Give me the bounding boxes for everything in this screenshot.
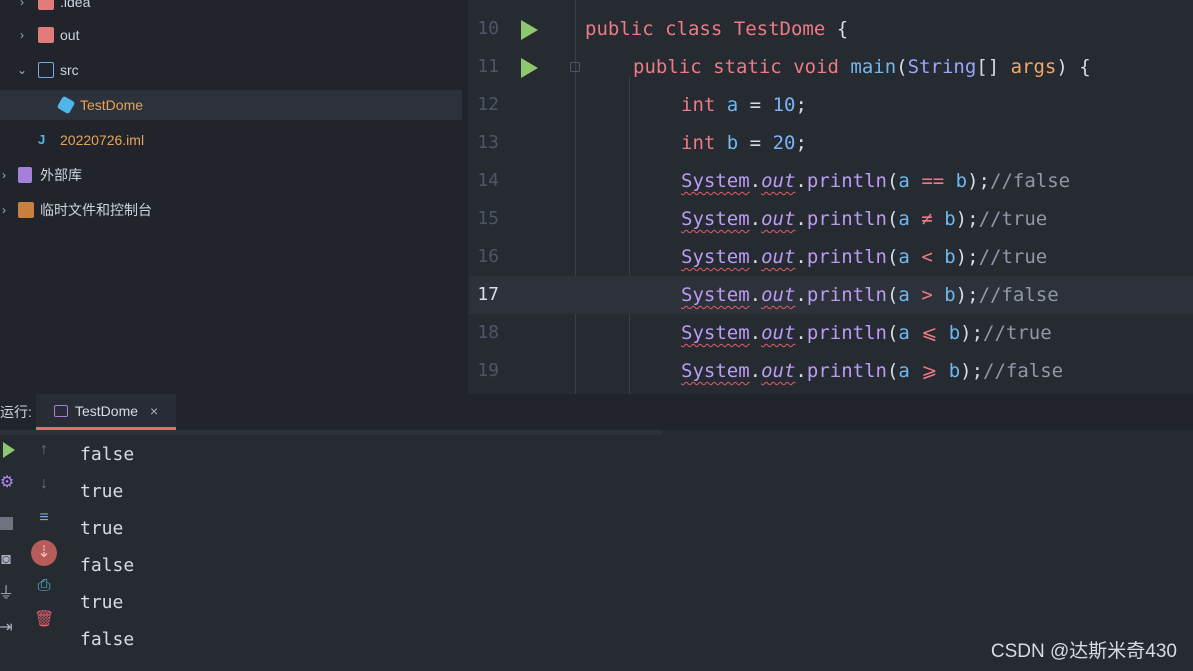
run-tab-testdome[interactable]: TestDome ×: [36, 394, 176, 430]
tree-item-label: 20220726.iml: [60, 132, 145, 148]
code-text: System.out.println(a == b);//false: [681, 170, 1071, 192]
tree-item-label: src: [60, 62, 79, 78]
iml-file-icon: J: [38, 132, 46, 147]
code-line[interactable]: 11 public static void main(String[] args…: [469, 48, 1193, 86]
arrow-down-icon[interactable]: ↓: [34, 474, 54, 494]
code-line-current[interactable]: 17 System.out.println(a > b);//false: [469, 276, 1193, 314]
line-number: 16: [477, 246, 499, 267]
camera-icon[interactable]: ◙: [0, 550, 16, 570]
line-number: 18: [477, 322, 499, 343]
code-text: System.out.println(a ≠ b);//true: [681, 208, 1048, 230]
java-class-icon: [56, 95, 76, 115]
tree-item-label: 临时文件和控制台: [40, 202, 152, 218]
console-output-line: false: [80, 555, 135, 576]
console-output-line: false: [80, 444, 135, 465]
close-icon[interactable]: ×: [150, 394, 158, 428]
line-number: 15: [477, 208, 499, 229]
print-icon[interactable]: ⎙: [34, 576, 54, 596]
code-text: public class TestDome {: [585, 18, 849, 40]
tree-item-iml[interactable]: J 20220726.iml: [0, 125, 462, 155]
chevron-right-icon[interactable]: ›: [0, 160, 10, 190]
console-output-line: true: [80, 592, 124, 613]
tree-item-out[interactable]: › out: [0, 20, 462, 50]
code-line[interactable]: 18 System.out.println(a ⩽ b);//true: [469, 314, 1193, 352]
plug-icon[interactable]: ⏚: [0, 584, 16, 604]
tree-item-external-libraries[interactable]: › 外部库: [0, 160, 462, 190]
project-tree: › .idea › out ⌄ src TestDome J 20220726.…: [0, 0, 468, 394]
console-output-line: true: [80, 518, 124, 539]
gear-icon[interactable]: ⚙: [0, 473, 17, 493]
run-tab-label: TestDome: [75, 403, 139, 419]
line-number: 11: [477, 56, 499, 77]
line-number: 13: [477, 132, 499, 153]
line-number: 19: [477, 360, 499, 381]
tree-item-label: .idea: [60, 0, 91, 10]
code-line[interactable]: 10 public class TestDome {: [469, 10, 1193, 48]
code-editor[interactable]: 10 public class TestDome { 11 public sta…: [469, 0, 1193, 394]
fold-icon[interactable]: [570, 62, 580, 72]
folder-icon: [38, 0, 54, 10]
tree-item-label: 外部库: [40, 167, 82, 183]
folder-icon: [38, 27, 54, 43]
console-icon: [54, 405, 68, 417]
chevron-right-icon[interactable]: ›: [0, 195, 10, 225]
soft-wrap-icon[interactable]: ≡: [34, 508, 54, 528]
tree-item-testdome[interactable]: TestDome: [0, 90, 462, 120]
line-number: 12: [477, 94, 499, 115]
trash-icon[interactable]: 🗑: [34, 610, 54, 630]
code-line[interactable]: 16 System.out.println(a < b);//true: [469, 238, 1193, 276]
watermark: CSDN @达斯米奇430: [990, 641, 1177, 662]
tree-item-src[interactable]: ⌄ src: [0, 55, 462, 85]
tree-item-label: TestDome: [80, 97, 144, 113]
line-number: 10: [477, 18, 499, 39]
code-line[interactable]: 12 int a = 10;: [469, 86, 1193, 124]
chevron-right-icon[interactable]: ›: [16, 0, 28, 17]
scratch-icon: [18, 202, 34, 218]
code-text: System.out.println(a < b);//true: [681, 246, 1048, 268]
rerun-icon[interactable]: [0, 440, 20, 460]
code-text: System.out.println(a ⩾ b);//false: [681, 360, 1064, 382]
run-tool-window-header: 运行: TestDome ×: [0, 394, 1193, 430]
tree-item-label: out: [60, 27, 80, 43]
code-line[interactable]: 15 System.out.println(a ≠ b);//true: [469, 200, 1193, 238]
code-text: public static void main(String[] args) {: [633, 56, 1091, 78]
chevron-right-icon[interactable]: ›: [16, 20, 28, 50]
line-number: 14: [477, 170, 499, 191]
run-main-icon[interactable]: [521, 58, 538, 78]
library-icon: [18, 167, 32, 183]
exit-icon[interactable]: ⇥: [0, 618, 16, 638]
chevron-down-icon[interactable]: ⌄: [16, 55, 28, 85]
code-text: System.out.println(a ⩽ b);//true: [681, 322, 1052, 344]
line-number: 17: [477, 284, 499, 305]
run-label: 运行:: [0, 404, 32, 420]
code-text: System.out.println(a > b);//false: [681, 284, 1059, 306]
code-line[interactable]: 14 System.out.println(a == b);//false: [469, 162, 1193, 200]
source-folder-icon: [38, 62, 54, 78]
tree-item-idea[interactable]: › .idea: [0, 0, 462, 17]
run-class-icon[interactable]: [521, 20, 538, 40]
console-output-line: false: [80, 629, 135, 650]
scroll-to-end-icon[interactable]: ⇣: [31, 540, 57, 566]
tree-item-scratches[interactable]: › 临时文件和控制台: [0, 195, 462, 225]
run-console: ⚙ ◙ ⏚ ⇥ ↑ ↓ ≡ ⇣ ⎙ 🗑 false true true fals…: [0, 430, 1193, 671]
code-text: int b = 20;: [681, 132, 807, 154]
code-line[interactable]: 19 System.out.println(a ⩾ b);//false: [469, 352, 1193, 390]
code-text: int a = 10;: [681, 94, 807, 116]
stop-icon[interactable]: [0, 516, 16, 536]
arrow-up-icon[interactable]: ↑: [34, 440, 54, 460]
console-output-line: true: [80, 481, 124, 502]
code-line[interactable]: 13 int b = 20;: [469, 124, 1193, 162]
